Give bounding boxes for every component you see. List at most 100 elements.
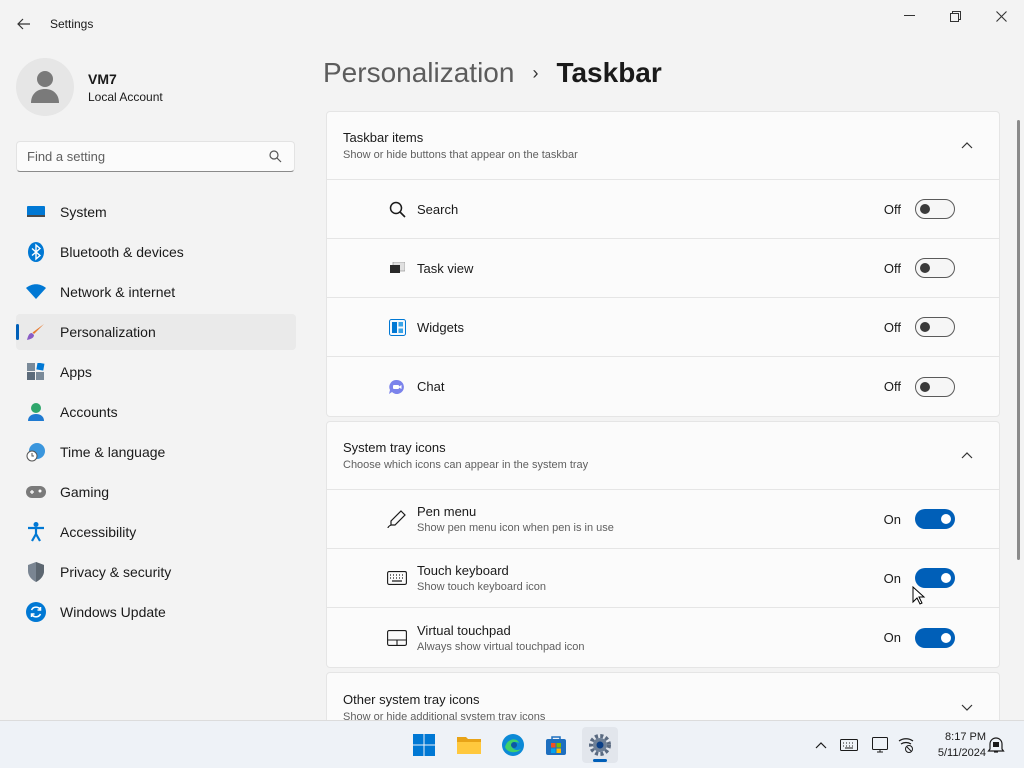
profile-account-type: Local Account	[88, 89, 163, 104]
profile-name: VM7	[88, 70, 117, 87]
task-view-toggle[interactable]	[915, 258, 955, 278]
sidebar-item-accounts[interactable]: Accounts	[16, 394, 296, 430]
wifi-icon	[26, 282, 46, 302]
section-title: Other system tray icons	[343, 691, 480, 707]
title-bar: Settings	[0, 0, 1024, 48]
toggle-state-label: On	[883, 511, 901, 527]
toggle-state-label: Off	[883, 201, 901, 217]
toggle-state-label: Off	[883, 379, 901, 394]
start-button[interactable]	[406, 727, 442, 763]
bluetooth-icon	[26, 242, 46, 262]
touchpad-tray-button[interactable]	[871, 735, 891, 755]
touch-keyboard-toggle[interactable]	[915, 568, 955, 588]
apps-icon	[26, 362, 46, 382]
toggle-state-label: On	[883, 570, 901, 586]
sidebar-item-label: Windows Update	[60, 604, 166, 620]
close-button[interactable]	[978, 0, 1024, 32]
search-input[interactable]	[27, 149, 267, 164]
touchpad-icon	[387, 628, 407, 648]
mouse-cursor-icon	[912, 586, 926, 605]
chevron-down-icon[interactable]	[957, 697, 977, 717]
sidebar-item-system[interactable]: System	[16, 194, 296, 230]
breadcrumb-parent[interactable]: Personalization	[323, 57, 514, 89]
section-description: Show or hide additional system tray icon…	[343, 710, 546, 721]
user-profile[interactable]: VM7 Local Account	[16, 58, 163, 116]
monitor-icon	[26, 202, 46, 222]
sidebar-item-time-language[interactable]: Time & language	[16, 434, 296, 470]
store-icon	[546, 736, 566, 755]
sidebar-item-label: Privacy & security	[60, 564, 172, 580]
sidebar-item-bluetooth[interactable]: Bluetooth & devices	[16, 234, 296, 270]
taskbar-clock[interactable]: 8:17 PM 5/11/2024	[922, 729, 986, 761]
setting-row-pen-menu: Pen menu Show pen menu icon when pen is …	[327, 490, 999, 549]
file-explorer-icon	[457, 737, 481, 754]
system-tray-header[interactable]: System tray icons Choose which icons can…	[327, 422, 999, 490]
widgets-toggle[interactable]	[915, 317, 955, 337]
restore-icon	[949, 10, 961, 22]
sidebar-item-label: Bluetooth & devices	[60, 244, 184, 260]
virtual-touchpad-toggle[interactable]	[915, 627, 955, 648]
setting-description: Always show virtual touchpad icon	[417, 640, 585, 653]
setting-label: Pen menu	[417, 504, 477, 519]
search-box[interactable]	[16, 141, 295, 172]
pen-icon	[387, 509, 407, 529]
edge-icon	[502, 734, 524, 756]
page-title: Taskbar	[556, 57, 662, 88]
sidebar-item-windows-update[interactable]: Windows Update	[16, 594, 296, 630]
touch-keyboard-tray-button[interactable]	[839, 735, 859, 755]
restore-button[interactable]	[932, 0, 978, 32]
search-toggle[interactable]	[915, 199, 955, 219]
settings-icon	[589, 734, 611, 756]
breadcrumb-separator: ›	[532, 62, 539, 83]
setting-label: Touch keyboard	[417, 563, 509, 578]
network-tray-button[interactable]	[896, 735, 916, 755]
search-icon[interactable]	[269, 150, 282, 168]
setting-row-chat: Chat Off	[327, 357, 999, 416]
globe-clock-icon	[26, 442, 46, 462]
edge-button[interactable]	[495, 727, 531, 763]
person-avatar-icon	[31, 71, 59, 103]
setting-label: Virtual touchpad	[417, 622, 511, 638]
setting-description: Show pen menu icon when pen is in use	[417, 522, 614, 534]
chat-toggle[interactable]	[915, 376, 955, 397]
sidebar-item-personalization[interactable]: Personalization	[16, 314, 296, 350]
section-title: System tray icons	[343, 440, 446, 455]
settings-taskbar-button[interactable]	[582, 727, 618, 763]
sidebar-item-label: Gaming	[60, 484, 110, 500]
sidebar-item-gaming[interactable]: Gaming	[16, 474, 296, 510]
setting-row-virtual-touchpad: Virtual touchpad Always show virtual tou…	[327, 608, 999, 667]
close-icon	[995, 10, 1007, 22]
chevron-up-icon[interactable]	[957, 136, 977, 156]
avatar	[16, 58, 74, 116]
brush-icon	[26, 322, 46, 342]
pen-menu-toggle[interactable]	[915, 509, 955, 529]
show-hidden-icons-button[interactable]	[811, 735, 831, 755]
sidebar-item-accessibility[interactable]: Accessibility	[16, 514, 296, 550]
minimize-button[interactable]	[886, 0, 932, 32]
app-title: Settings	[50, 17, 94, 31]
setting-row-task-view: Task view Off	[327, 239, 999, 298]
file-explorer-button[interactable]	[451, 727, 487, 763]
sidebar-item-privacy[interactable]: Privacy & security	[16, 554, 296, 590]
chat-icon	[387, 377, 407, 397]
toggle-state-label: On	[883, 630, 901, 645]
sidebar-item-network[interactable]: Network & internet	[16, 274, 296, 310]
toggle-state-label: Off	[883, 319, 901, 335]
chevron-up-icon[interactable]	[957, 446, 977, 466]
accessibility-icon	[26, 522, 46, 542]
setting-row-search: Search Off	[327, 180, 999, 239]
clock-date: 5/11/2024	[937, 747, 986, 759]
other-tray-header[interactable]: Other system tray icons Show or hide add…	[327, 673, 999, 720]
back-button[interactable]	[8, 10, 40, 38]
sidebar-item-label: Personalization	[60, 324, 156, 340]
taskbar-items-header[interactable]: Taskbar items Show or hide buttons that …	[327, 112, 999, 180]
sidebar-item-apps[interactable]: Apps	[16, 354, 296, 390]
system-tray-section: System tray icons Choose which icons can…	[326, 421, 1000, 668]
minimize-icon	[903, 15, 915, 16]
store-button[interactable]	[538, 727, 574, 763]
widgets-icon	[387, 317, 407, 337]
notification-button[interactable]	[986, 735, 1006, 755]
taskbar: 8:17 PM 5/11/2024	[0, 720, 1024, 768]
content-scrollbar[interactable]	[1017, 120, 1020, 560]
arrow-left-icon	[17, 18, 30, 30]
